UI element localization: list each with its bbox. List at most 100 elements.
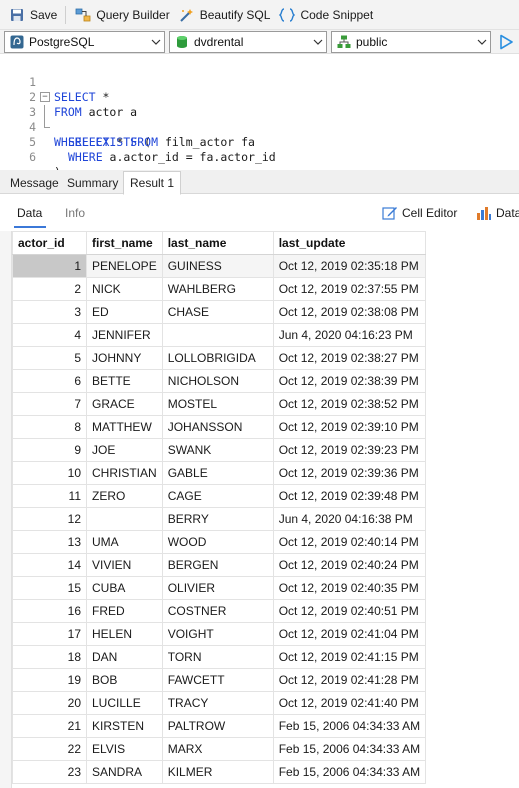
cell-last-name[interactable]: FAWCETT [161, 668, 274, 692]
table-row[interactable]: 1 PENELOPE GUINESS Oct 12, 2019 02:35:18 PM [12, 254, 427, 278]
cell-last-name[interactable]: WOOD [161, 530, 274, 554]
cell-actor-id[interactable]: 9 [12, 438, 87, 462]
cell-last-update[interactable]: Feb 15, 2006 04:34:33 AM [272, 714, 427, 738]
table-row[interactable]: 18 DAN TORN Oct 12, 2019 02:41:15 PM [12, 645, 427, 669]
table-row[interactable]: 13 UMA WOOD Oct 12, 2019 02:40:14 PM [12, 530, 427, 554]
cell-first-name[interactable]: VIVIEN [86, 553, 163, 577]
cell-last-name[interactable]: TRACY [161, 691, 274, 715]
table-row[interactable]: 19 BOB FAWCETT Oct 12, 2019 02:41:28 PM [12, 668, 427, 692]
cell-last-name[interactable]: KILMER [161, 760, 274, 784]
table-row[interactable]: 21 KIRSTEN PALTROW Feb 15, 2006 04:34:33 AM [12, 714, 427, 738]
cell-first-name[interactable]: CHRISTIAN [86, 461, 163, 485]
table-row[interactable]: 3 ED CHASE Oct 12, 2019 02:38:08 PM [12, 300, 427, 324]
tab-summary[interactable]: Summary [61, 172, 124, 194]
cell-first-name[interactable]: JOE [86, 438, 163, 462]
cell-last-update[interactable]: Oct 12, 2019 02:38:08 PM [272, 300, 427, 324]
cell-first-name[interactable]: JOHNNY [86, 346, 163, 370]
cell-first-name[interactable]: BOB [86, 668, 163, 692]
cell-last-update[interactable]: Feb 15, 2006 04:34:33 AM [272, 737, 427, 761]
cell-last-name[interactable]: NICHOLSON [161, 369, 274, 393]
cell-actor-id[interactable]: 11 [12, 484, 87, 508]
cell-last-update[interactable]: Feb 15, 2006 04:34:33 AM [272, 760, 427, 784]
sql-editor[interactable]: 1 SELECT * 2 FROM actor a 3 − WHERE EXIS… [0, 56, 519, 179]
cell-last-update[interactable]: Oct 12, 2019 02:39:36 PM [272, 461, 427, 485]
cell-actor-id[interactable]: 10 [12, 461, 87, 485]
cell-actor-id[interactable]: 14 [12, 553, 87, 577]
cell-last-name[interactable]: JOHANSSON [161, 415, 274, 439]
cell-first-name[interactable]: ELVIS [86, 737, 163, 761]
cell-last-name[interactable]: BERRY [161, 507, 274, 531]
table-row[interactable]: 14 VIVIEN BERGEN Oct 12, 2019 02:40:24 PM [12, 553, 427, 577]
cell-first-name[interactable]: ZERO [86, 484, 163, 508]
code-snippet-button[interactable]: Code Snippet [274, 2, 377, 28]
data-view-button[interactable]: Data [475, 204, 519, 222]
cell-actor-id[interactable]: 20 [12, 691, 87, 715]
column-header-last-name[interactable]: last_name [161, 231, 274, 255]
table-row[interactable]: 16 FRED COSTNER Oct 12, 2019 02:40:51 PM [12, 599, 427, 623]
cell-first-name[interactable]: UMA [86, 530, 163, 554]
table-row[interactable]: 12 BERRY Jun 4, 2020 04:16:38 PM [12, 507, 427, 531]
tab-info[interactable]: Info [65, 206, 85, 220]
result-grid[interactable]: actor_id first_name last_name last_updat… [0, 231, 519, 788]
cell-last-name[interactable]: WAHLBERG [161, 277, 274, 301]
save-button[interactable]: Save [4, 2, 61, 28]
cell-actor-id[interactable]: 7 [12, 392, 87, 416]
cell-actor-id[interactable]: 17 [12, 622, 87, 646]
cell-last-update[interactable]: Oct 12, 2019 02:40:35 PM [272, 576, 427, 600]
beautify-sql-button[interactable]: Beautify SQL [174, 2, 275, 28]
column-header-actor-id[interactable]: actor_id [12, 231, 87, 255]
cell-last-name[interactable]: COSTNER [161, 599, 274, 623]
cell-last-update[interactable]: Oct 12, 2019 02:40:51 PM [272, 599, 427, 623]
cell-last-update[interactable]: Oct 12, 2019 02:39:10 PM [272, 415, 427, 439]
table-row[interactable]: 15 CUBA OLIVIER Oct 12, 2019 02:40:35 PM [12, 576, 427, 600]
cell-actor-id[interactable]: 22 [12, 737, 87, 761]
cell-actor-id[interactable]: 18 [12, 645, 87, 669]
cell-editor-button[interactable]: Cell Editor [381, 204, 457, 222]
cell-last-name[interactable]: MOSTEL [161, 392, 274, 416]
cell-actor-id[interactable]: 3 [12, 300, 87, 324]
cell-last-update[interactable]: Oct 12, 2019 02:38:52 PM [272, 392, 427, 416]
table-row[interactable]: 9 JOE SWANK Oct 12, 2019 02:39:23 PM [12, 438, 427, 462]
cell-last-update[interactable]: Oct 12, 2019 02:38:39 PM [272, 369, 427, 393]
cell-last-update[interactable]: Oct 12, 2019 02:41:40 PM [272, 691, 427, 715]
schema-select[interactable]: public [331, 31, 491, 53]
cell-actor-id[interactable]: 5 [12, 346, 87, 370]
column-header-first-name[interactable]: first_name [86, 231, 163, 255]
cell-last-name[interactable]: GUINESS [161, 254, 274, 278]
table-row[interactable]: 7 GRACE MOSTEL Oct 12, 2019 02:38:52 PM [12, 392, 427, 416]
cell-actor-id[interactable]: 13 [12, 530, 87, 554]
cell-actor-id[interactable]: 6 [12, 369, 87, 393]
table-row[interactable]: 8 MATTHEW JOHANSSON Oct 12, 2019 02:39:10 P… [12, 415, 427, 439]
cell-first-name[interactable]: LUCILLE [86, 691, 163, 715]
table-row[interactable]: 10 CHRISTIAN GABLE Oct 12, 2019 02:39:36 PM [12, 461, 427, 485]
cell-actor-id[interactable]: 8 [12, 415, 87, 439]
fold-toggle-icon[interactable]: − [40, 92, 50, 102]
tab-result-1[interactable]: Result 1 [123, 171, 182, 195]
cell-last-update[interactable]: Oct 12, 2019 02:37:55 PM [272, 277, 427, 301]
database-select[interactable]: dvdrental [169, 31, 327, 53]
table-row[interactable]: 4 JENNIFER Jun 4, 2020 04:16:23 PM [12, 323, 427, 347]
table-row[interactable]: 22 ELVIS MARX Feb 15, 2006 04:34:33 AM [12, 737, 427, 761]
cell-last-name[interactable]: CHASE [161, 300, 274, 324]
cell-first-name[interactable]: GRACE [86, 392, 163, 416]
tab-data[interactable]: Data [17, 206, 42, 220]
table-row[interactable]: 23 SANDRA KILMER Feb 15, 2006 04:34:33 AM [12, 760, 427, 784]
cell-first-name[interactable]: NICK [86, 277, 163, 301]
cell-last-update[interactable]: Oct 12, 2019 02:41:15 PM [272, 645, 427, 669]
cell-first-name[interactable]: BETTE [86, 369, 163, 393]
cell-actor-id[interactable]: 19 [12, 668, 87, 692]
cell-actor-id[interactable]: 1 [12, 254, 87, 278]
cell-last-name[interactable] [161, 323, 274, 347]
cell-last-name[interactable]: LOLLOBRIGIDA [161, 346, 274, 370]
tab-message[interactable]: Message [4, 172, 65, 194]
cell-last-update[interactable]: Oct 12, 2019 02:39:23 PM [272, 438, 427, 462]
table-row[interactable]: 6 BETTE NICHOLSON Oct 12, 2019 02:38:39 PM [12, 369, 427, 393]
cell-actor-id[interactable]: 4 [12, 323, 87, 347]
cell-last-update[interactable]: Jun 4, 2020 04:16:38 PM [272, 507, 427, 531]
cell-last-update[interactable]: Oct 12, 2019 02:40:14 PM [272, 530, 427, 554]
cell-last-update[interactable]: Oct 12, 2019 02:35:18 PM [272, 254, 427, 278]
table-row[interactable]: 2 NICK WAHLBERG Oct 12, 2019 02:37:55 PM [12, 277, 427, 301]
cell-last-name[interactable]: CAGE [161, 484, 274, 508]
cell-last-update[interactable]: Oct 12, 2019 02:41:28 PM [272, 668, 427, 692]
cell-first-name[interactable]: FRED [86, 599, 163, 623]
